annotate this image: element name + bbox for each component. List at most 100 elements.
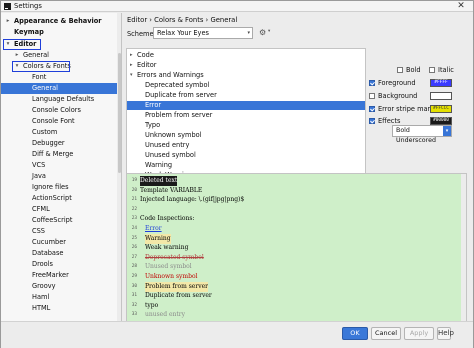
attribute-tree-label: Unused symbol: [145, 151, 196, 159]
code-line: 20 Template VARIABLE: [127, 186, 466, 196]
code-text: unused entry: [145, 311, 186, 319]
sidebar-item[interactable]: ▸ Appearance & Behavior: [1, 16, 121, 27]
sidebar-item-label: Keymap: [14, 28, 44, 36]
attribute-checkbox[interactable]: [369, 118, 375, 124]
sidebar-item[interactable]: Cucumber: [1, 237, 121, 248]
sidebar-item[interactable]: Console Font: [1, 116, 121, 127]
bold-label: Bold: [406, 66, 421, 74]
sidebar-scroll-thumb[interactable]: [118, 53, 121, 173]
sidebar-item[interactable]: Groovy: [1, 281, 121, 292]
attribute-checkbox[interactable]: [369, 106, 375, 112]
code-line: 19 Deleted text: [127, 176, 466, 186]
sidebar-item-label: VCS: [32, 161, 46, 169]
color-swatch[interactable]: [430, 92, 452, 100]
sidebar-item[interactable]: Diff & Merge: [1, 149, 121, 160]
code-line: 25 Warning: [127, 233, 466, 244]
ok-button[interactable]: OK: [342, 327, 368, 340]
sidebar-item[interactable]: CoffeeScript: [1, 215, 121, 226]
sidebar-item-label: FreeMarker: [32, 271, 69, 279]
code-text: Warning: [145, 233, 171, 244]
attribute-tree-item[interactable]: Typo: [127, 121, 365, 130]
chevron-icon: ▸: [15, 52, 19, 58]
code-text: Injected language: \.(gif|jpg|png)$: [140, 196, 245, 204]
attribute-tree-item[interactable]: Deprecated symbol: [127, 81, 365, 90]
sidebar-item[interactable]: ▾ Colors & Fonts: [1, 61, 121, 72]
sidebar-item[interactable]: Debugger: [1, 138, 121, 149]
sidebar-item[interactable]: VCS: [1, 160, 121, 171]
settings-content: Editor › Colors & Fonts › General Scheme…: [123, 13, 474, 323]
attribute-tree-label: Editor: [137, 61, 157, 69]
attribute-label: Foreground: [378, 79, 416, 87]
sidebar-item[interactable]: Ignore files: [1, 182, 121, 193]
effect-type-select[interactable]: Bold Underscored ▾: [392, 125, 452, 144]
attribute-checkbox[interactable]: [369, 93, 375, 99]
color-swatch[interactable]: #FFCCC: [430, 105, 452, 113]
attribute-tree-item[interactable]: ▾ Errors and Warnings: [127, 71, 365, 80]
sidebar-item[interactable]: General: [1, 83, 121, 94]
sidebar-item[interactable]: Console Colors: [1, 105, 121, 116]
scheme-select[interactable]: Relax Your Eyes ▾: [153, 27, 253, 39]
line-number: 31: [131, 293, 137, 299]
italic-checkbox[interactable]: [429, 67, 435, 73]
sidebar-item[interactable]: ActionScript: [1, 193, 121, 204]
sidebar-item[interactable]: Drools: [1, 259, 121, 270]
sidebar-item[interactable]: Haml: [1, 292, 121, 303]
attribute-tree-item[interactable]: Unused entry: [127, 141, 365, 150]
sidebar-item[interactable]: Java: [1, 171, 121, 182]
attribute-tree-item[interactable]: Warning: [127, 161, 365, 170]
cancel-button[interactable]: Cancel: [371, 327, 401, 340]
chevron-down-icon: ▾: [443, 126, 451, 136]
code-preview[interactable]: 19 Deleted text 20 Template VARIABLE 21 Injec…: [126, 173, 467, 323]
attribute-tree-item[interactable]: Problem from server: [127, 111, 365, 120]
close-icon[interactable]: ✕: [449, 1, 473, 11]
attribute-tree-item[interactable]: Duplicate from server: [127, 91, 365, 100]
sidebar-item[interactable]: Language Defaults: [1, 94, 121, 105]
chevron-down-icon[interactable]: ▾: [268, 29, 270, 34]
settings-sidebar: ▸ Appearance & Behavior Keymap ▾ Editor ▸ Gene…: [1, 13, 122, 321]
attribute-tree-item[interactable]: ▸ Code: [127, 51, 365, 60]
sidebar-item[interactable]: ▾ Editor: [1, 39, 121, 50]
sidebar-item[interactable]: ▸ General: [1, 50, 121, 61]
preview-scrollbar[interactable]: [461, 174, 466, 322]
code-text: Template VARIABLE: [140, 186, 203, 194]
attribute-label: Error stripe mark: [378, 105, 435, 113]
chevron-icon: ▸: [6, 18, 10, 24]
sidebar-item[interactable]: HTML: [1, 303, 121, 314]
code-line: 21 Injected language: \.(gif|jpg|png)$: [127, 195, 466, 205]
attribute-tree-label: Unused entry: [145, 141, 190, 149]
attribute-tree-item[interactable]: Unknown symbol: [127, 131, 365, 140]
code-text: Unused symbol: [145, 263, 192, 271]
sidebar-item[interactable]: CSS: [1, 226, 121, 237]
sidebar-item-label: Appearance & Behavior: [14, 17, 102, 25]
sidebar-item[interactable]: Custom: [1, 127, 121, 138]
sidebar-item[interactable]: Font: [1, 72, 121, 83]
bold-checkbox[interactable]: [397, 67, 403, 73]
code-line: 31 Duplicate from server: [127, 291, 466, 301]
apply-button[interactable]: Apply: [404, 327, 434, 340]
attribute-tree-item[interactable]: ▸ Editor: [127, 61, 365, 70]
sidebar-item[interactable]: Database: [1, 248, 121, 259]
code-text: Deleted text: [140, 176, 178, 186]
sidebar-item-label: Console Font: [32, 117, 75, 125]
code-line: 24 Error: [127, 224, 466, 234]
sidebar-item-label: HTML: [32, 304, 51, 312]
attribute-checkbox[interactable]: [369, 80, 375, 86]
gear-icon[interactable]: ⚙: [259, 27, 266, 38]
sidebar-item-label: CoffeeScript: [32, 216, 73, 224]
sidebar-item-label: Haml: [32, 293, 50, 301]
chevron-icon: ▾: [130, 72, 133, 78]
sidebar-item[interactable]: FreeMarker: [1, 270, 121, 281]
attribute-tree-item[interactable]: Error: [127, 101, 365, 110]
line-number: 28: [131, 264, 137, 270]
line-number: 22: [131, 206, 137, 212]
sidebar-item[interactable]: Keymap: [1, 27, 121, 38]
sidebar-item[interactable]: CFML: [1, 204, 121, 215]
color-swatch[interactable]: #FFFF: [430, 79, 452, 87]
line-number: 29: [131, 274, 137, 279]
line-number: 33: [131, 312, 137, 318]
attribute-tree-item[interactable]: Unused symbol: [127, 151, 365, 160]
color-swatch[interactable]: #00000: [430, 117, 452, 125]
line-number: 23: [131, 216, 137, 222]
code-text: typo: [145, 301, 159, 309]
help-button[interactable]: Help: [437, 327, 454, 340]
